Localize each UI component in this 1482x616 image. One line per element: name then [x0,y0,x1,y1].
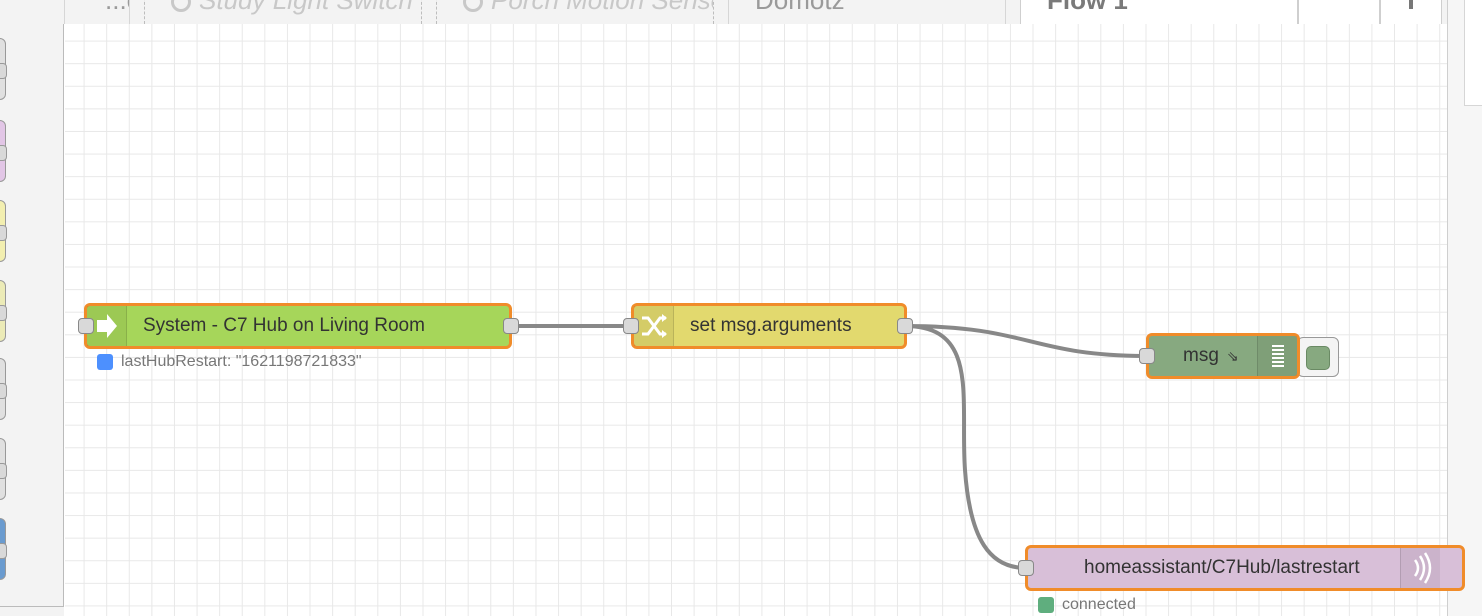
tab-label: Flow 1 [1047,0,1128,15]
debug-toggle-indicator [1306,346,1330,370]
add-tab-button[interactable] [1380,0,1442,24]
shuffle-icon [642,314,667,338]
node-label: homeassistant/C7Hub/lastrestart [1084,557,1360,578]
inject-node[interactable]: System - C7 Hub on Living Room [84,303,512,349]
palette-node-port [0,145,7,161]
change-output-port[interactable] [897,318,913,334]
mqtt-out-node[interactable]: homeassistant/C7Hub/lastrestart [1025,545,1465,591]
palette-node[interactable] [0,438,7,500]
status-text: connected [1062,596,1136,613]
palette-node[interactable] [0,38,7,100]
node-label: msg ⇘ [1183,336,1239,376]
tab-scroll-button[interactable] [1298,0,1380,24]
tab-flow-partial[interactable]: ...on [64,0,130,24]
palette-node-port [0,63,7,79]
tab-flow-1[interactable]: Flow 1 [1020,0,1298,24]
node-palette [0,24,64,616]
status-dot [97,354,113,370]
node-label: set msg.arguments [690,315,852,336]
node-label-text: msg [1183,345,1219,366]
disabled-icon [171,0,191,13]
node-label: System - C7 Hub on Living Room [143,315,425,336]
plus-icon [1409,0,1413,9]
palette-node[interactable] [0,120,7,182]
palette-node[interactable] [0,280,7,342]
change-input-port[interactable] [623,318,639,334]
inject-input-port[interactable] [78,318,94,334]
debug-icon-box [1257,336,1297,376]
list-icon [1272,345,1284,367]
palette-node-port [0,383,7,399]
tab-label: Porch Motion Sensor [491,0,714,15]
tab-label: Study Light Switch [199,0,413,15]
mqtt-status: connected [1038,596,1136,614]
wifi-signal-icon [1413,552,1432,584]
debug-input-port[interactable] [1139,348,1155,364]
debug-node[interactable]: msg ⇘ [1146,333,1300,379]
tab-porch-motion-sensor[interactable]: Porch Motion Sensor [436,0,714,24]
palette-node-port [0,543,7,559]
scrollbar-thumb[interactable] [1464,0,1482,106]
palette-node[interactable] [0,518,7,580]
tab-label: Domotz [755,0,845,15]
status-dot [1038,597,1054,613]
palette-node-port [0,463,7,479]
arrow-down-right-icon: ⇘ [1226,347,1239,364]
change-icon-box [634,306,674,346]
tab-label: ...on [105,0,129,15]
tab-domotz[interactable]: Domotz [728,0,1006,24]
inject-output-port[interactable] [503,318,519,334]
vertical-scrollbar[interactable] [1447,0,1482,616]
tab-study-light-switch[interactable]: Study Light Switch [144,0,422,24]
inject-status: lastHubRestart: "1621198721833" [97,353,362,371]
palette-node-port [0,225,7,241]
debug-toggle-button[interactable] [1297,337,1339,377]
change-node[interactable]: set msg.arguments [631,303,907,349]
palette-footer [0,606,64,616]
mqtt-input-port[interactable] [1018,560,1034,576]
disabled-icon [463,0,483,13]
mqtt-icon-box [1400,548,1440,588]
palette-node[interactable] [0,200,7,262]
status-text: lastHubRestart: "1621198721833" [121,353,362,370]
palette-node-port [0,305,7,321]
workspace-tab-bar: ...on Study Light Switch Porch Motion Se… [0,0,1482,24]
palette-node[interactable] [0,358,7,420]
